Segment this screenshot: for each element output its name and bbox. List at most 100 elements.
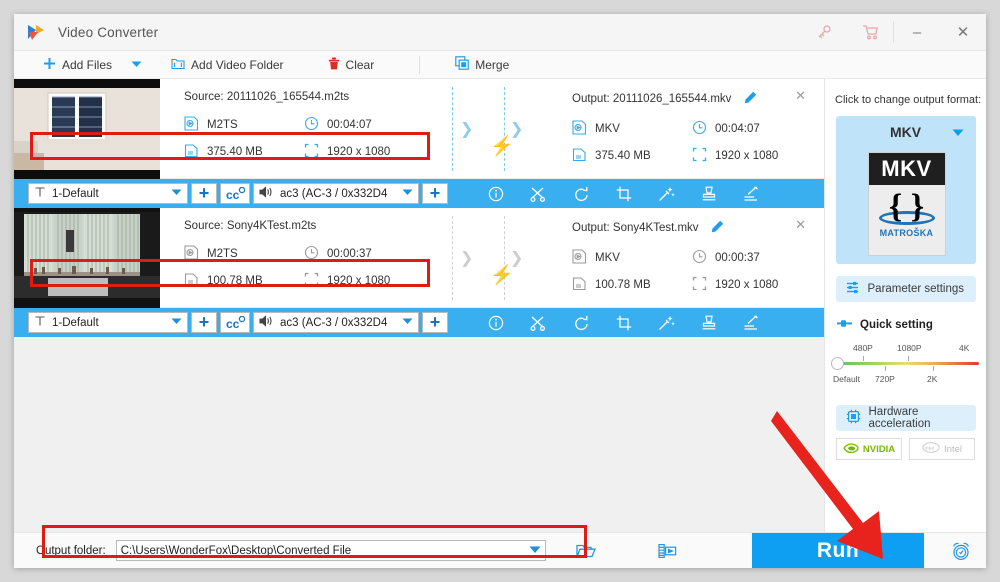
alarm-clock-icon[interactable] [950,540,972,567]
svg-text:cc: cc [226,188,240,201]
convert-arrow-column: ❯ ❯ ⚡ [452,208,548,307]
source-resolution: 1920 x 1080 [304,143,452,161]
source-info: Source: 20111026_165544.m2ts M2TS 00:04:… [160,79,452,178]
subtitle-select[interactable]: 1-Default [28,312,188,333]
closed-caption-icon[interactable]: cc [220,312,250,333]
add-video-folder-button[interactable]: Add Video Folder [162,51,293,79]
output-size-label: 100.78 MB [595,279,651,291]
document-icon [572,276,587,294]
chevron-down-icon [402,318,413,327]
source-format: M2TS [184,245,304,263]
info-icon[interactable] [488,186,504,202]
clear-button[interactable]: Clear [319,51,384,79]
key-icon[interactable] [801,14,847,51]
cart-icon[interactable] [847,14,893,51]
audio-value: ac3 (AC-3 / 0x332D4 [280,187,388,200]
scissors-cut-icon[interactable] [530,186,547,202]
add-subtitle-button[interactable]: + [191,312,217,333]
parameter-settings-button[interactable]: Parameter settings [835,276,976,302]
video-converter-window: Video Converter – ✕ Add Files Add Video … [14,14,986,568]
open-folder-icon[interactable] [575,543,596,559]
cpu-chip-icon [846,409,861,427]
subtitle-select[interactable]: 1-Default [28,183,188,204]
clock-icon [692,249,707,267]
add-audio-button[interactable]: + [422,183,448,204]
merge-button[interactable]: Merge [446,51,518,79]
slider-label-4k: 4K [959,343,970,353]
output-duration: 00:04:07 [692,120,824,138]
remove-file-button[interactable]: ✕ [795,89,806,102]
resolution-icon [692,147,707,165]
audio-select[interactable]: ac3 (AC-3 / 0x332D4 [253,312,419,333]
output-info: Output: 20111026_165544.mkv MKV 00:04:07… [548,79,824,178]
effects-wand-icon[interactable] [658,186,675,202]
source-filename: Source: 20111026_165544.m2ts [184,91,350,103]
info-icon[interactable] [488,315,504,331]
file-card[interactable]: Source: Sony4KTest.m2ts M2TS 00:00:37 10… [14,208,824,308]
watermark-stamp-icon[interactable] [701,315,717,331]
chevron-down-icon[interactable] [529,545,541,557]
add-audio-button[interactable]: + [422,312,448,333]
format-prompt: Click to change output format: [835,94,982,106]
gpu-intel-label: Intel [944,443,962,455]
run-button[interactable]: Run [752,533,924,568]
gpu-nvidia-button[interactable]: NVIDIA [836,438,902,460]
title-bar: Video Converter – ✕ [14,14,986,51]
mkv-logo-word: MATROŠKA [879,228,934,238]
source-resolution-label: 1920 x 1080 [327,146,391,158]
pencil-icon[interactable] [744,91,757,107]
pencil-icon[interactable] [711,220,724,236]
effects-wand-icon[interactable] [658,315,675,331]
gpu-row: NVIDIA intel Intel [836,438,986,460]
output-folder-input[interactable]: C:\Users\WonderFox\Desktop\Converted Fil… [115,540,546,561]
file-list[interactable]: Source: 20111026_165544.m2ts M2TS 00:04:… [14,79,824,532]
svg-text:cc: cc [226,317,240,330]
file-card[interactable]: Source: 20111026_165544.m2ts M2TS 00:04:… [14,79,824,179]
video-thumbnail[interactable] [14,79,160,179]
rotate-icon[interactable] [573,186,590,202]
audio-select[interactable]: ac3 (AC-3 / 0x332D4 [253,183,419,204]
wonderfox-play-logo-icon [26,22,46,42]
video-thumbnail[interactable] [14,208,160,308]
remove-file-button[interactable]: ✕ [795,218,806,231]
close-button[interactable]: ✕ [940,14,986,51]
media-file-icon [184,116,199,134]
add-files-dropdown[interactable] [121,51,152,79]
crop-icon[interactable] [616,315,632,331]
crop-icon[interactable] [616,186,632,202]
video-file-icon[interactable] [658,543,677,559]
source-size-label: 375.40 MB [207,146,263,158]
chevron-down-icon[interactable] [952,129,964,140]
track-bar[interactable]: 1-Default + cc ac3 (AC-3 / 0x332D4 + [14,308,824,337]
toolbar-divider [419,55,421,74]
subtitle-edit-icon[interactable] [743,185,760,202]
mkv-matroska-logo-icon: MKV { } MATROŠKA [867,152,946,256]
source-format-label: M2TS [207,119,238,131]
source-size: 375.40 MB [184,143,304,161]
closed-caption-icon[interactable]: cc [220,183,250,204]
gpu-intel-button[interactable]: intel Intel [909,438,975,460]
output-format-button[interactable]: MKV MKV { } MATROŠKA [835,116,976,264]
track-bar[interactable]: 1-Default + cc ac3 (AC-3 / 0x332D4 + [14,179,824,208]
rotate-icon[interactable] [573,315,590,331]
hardware-acceleration-button[interactable]: Hardware acceleration [835,405,976,431]
output-format-label: MKV [595,252,620,264]
source-filename: Source: Sony4KTest.m2ts [184,220,317,232]
right-panel: Click to change output format: MKV MKV {… [824,79,986,532]
convert-arrow-column: ❯ ❯ ⚡ [452,79,548,178]
resolution-icon [304,272,319,290]
scissors-cut-icon[interactable] [530,315,547,331]
output-folder-value: C:\Users\WonderFox\Desktop\Converted Fil… [120,544,352,557]
subtitle-edit-icon[interactable] [743,314,760,331]
output-resolution: 1920 x 1080 [692,276,824,294]
resolution-slider[interactable]: 480P 1080P 4K Default 720P 2K [831,343,979,387]
add-subtitle-button[interactable]: + [191,183,217,204]
watermark-stamp-icon[interactable] [701,186,717,202]
slider-label-480p: 480P [853,343,873,353]
source-duration: 00:04:07 [304,116,452,134]
output-format: MKV [572,249,692,267]
add-files-button[interactable]: Add Files [34,51,121,79]
slider-handle-icon [837,319,853,331]
minimize-button[interactable]: – [894,14,940,51]
document-icon [184,143,199,161]
